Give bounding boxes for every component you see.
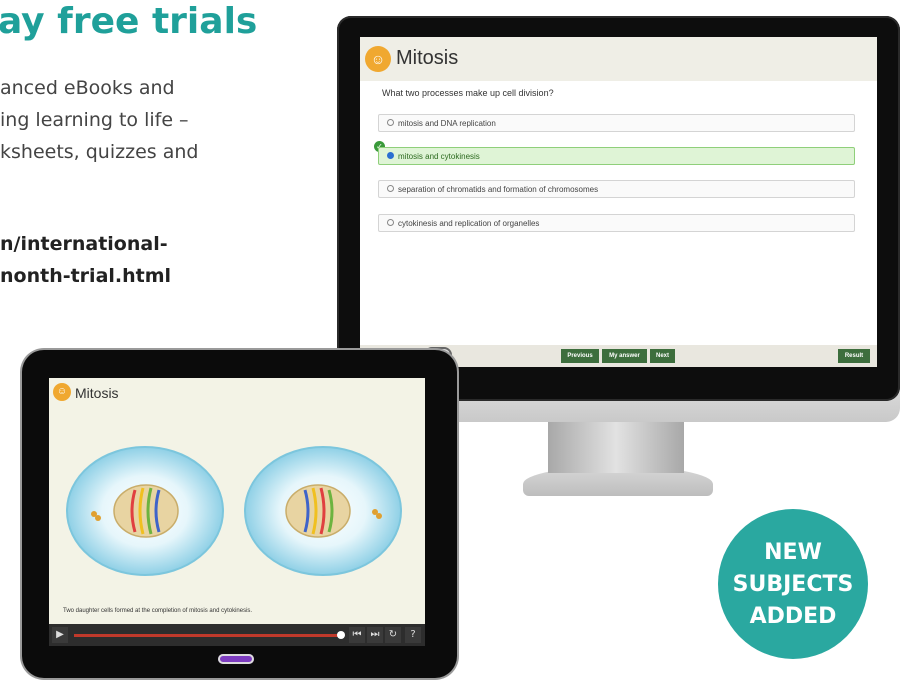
answer-option[interactable]: cytokinesis and replication of organelle… [378,214,855,232]
tablet-home-button[interactable] [218,654,254,664]
radio-icon[interactable] [387,185,394,193]
promo-title: ay free trials [0,1,258,42]
logo-icon: ☺ [365,46,391,72]
trial-link[interactable]: n/international- nonth-trial.html [0,228,171,292]
right-cell [244,446,402,576]
option-label: cytokinesis and replication of organelle… [398,219,540,228]
animation-caption: Two daughter cells formed at the complet… [63,608,253,614]
play-icon[interactable]: ▶ [52,627,68,643]
media-player-bar: ▶ ⏮ ⏭ ↻ ? [49,624,425,646]
cell-division-illustration [66,446,402,576]
new-subjects-badge: NEW SUBJECTS ADDED [718,509,868,659]
progress-track[interactable] [74,634,341,637]
monitor-stand [548,421,684,473]
option-label: mitosis and DNA replication [398,119,496,128]
animation-screen: ☺ Mitosis Two daughter cells formed at t… [49,378,425,646]
skip-forward-icon[interactable]: ⏭ [367,627,383,643]
left-cell [66,446,224,576]
quiz-question: What two processes make up cell division… [382,88,554,98]
radio-icon[interactable] [387,119,394,127]
answer-option-selected[interactable]: mitosis and cytokinesis [378,147,855,165]
badge-line: SUBJECTS [732,572,854,597]
answer-option[interactable]: mitosis and DNA replication [378,114,855,132]
radio-icon[interactable] [387,152,394,160]
skip-back-icon[interactable]: ⏮ [349,627,365,643]
promo-line: ing learning to life – [0,109,189,131]
badge-line: ADDED [749,604,837,629]
quiz-screen: ☺ Mitosis What two processes make up cel… [360,37,877,367]
progress-knob[interactable] [337,631,345,639]
result-button[interactable]: Result [838,349,870,363]
quiz-title: Mitosis [396,47,459,69]
option-label: separation of chromatids and formation o… [398,185,599,194]
my-answer-button[interactable]: My answer [602,349,647,363]
badge-line: NEW [764,540,822,565]
help-icon[interactable]: ? [405,627,421,643]
promo-line: anced eBooks and [0,77,175,99]
replay-icon[interactable]: ↻ [385,627,401,643]
radio-icon[interactable] [387,219,394,227]
answer-option[interactable]: separation of chromatids and formation o… [378,180,855,198]
option-label: mitosis and cytokinesis [398,152,480,161]
quiz-header: ☺ Mitosis [360,37,877,81]
trial-link-line[interactable]: nonth-trial.html [0,260,171,292]
previous-button[interactable]: Previous [561,349,599,363]
promo-line: ksheets, quizzes and [0,141,199,163]
trial-link-line[interactable]: n/international- [0,228,171,260]
next-button[interactable]: Next [650,349,675,363]
promo-description: anced eBooks and ing learning to life – … [0,72,330,168]
